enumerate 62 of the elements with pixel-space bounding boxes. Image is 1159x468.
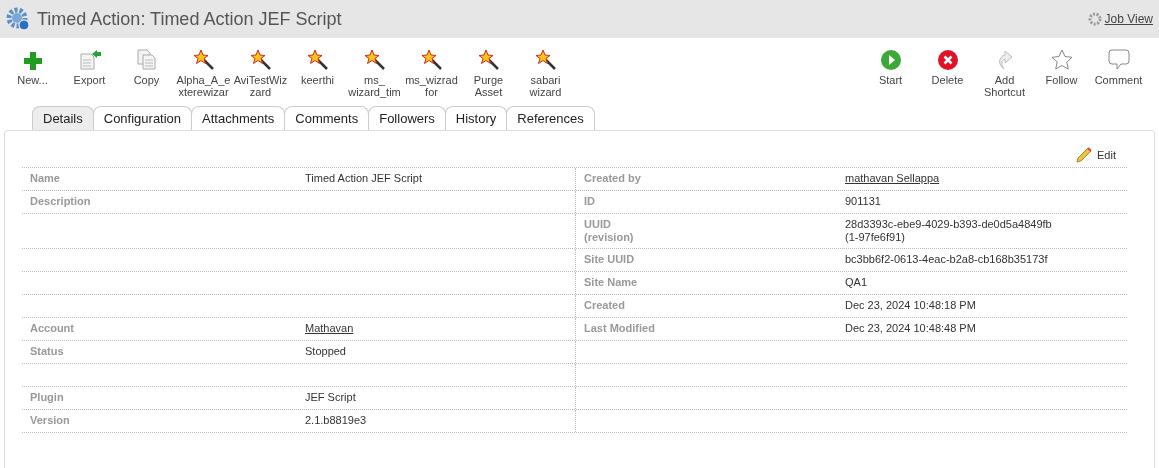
field-label: Name — [30, 172, 60, 184]
field-value: 901131 — [845, 195, 881, 207]
field-label: Site Name — [584, 276, 638, 288]
edit-button[interactable]: Edit — [1076, 143, 1116, 167]
magic-wand-icon — [478, 50, 499, 70]
field-label: Account — [30, 322, 74, 334]
field-label: ID — [584, 195, 595, 207]
field-label: UUID (revision) — [584, 218, 634, 243]
field-link[interactable]: Mathavan — [305, 322, 354, 334]
toolbar-button[interactable]: ms_wizrad for — [403, 46, 460, 104]
toolbar-button[interactable]: Comment — [1090, 46, 1147, 104]
toolbar-button[interactable]: keerthi — [289, 46, 346, 104]
toolbar-button[interactable]: New... — [4, 46, 61, 104]
field-label: Description — [30, 195, 91, 207]
tab[interactable]: Details — [32, 106, 94, 130]
magic-wand-icon — [307, 50, 328, 70]
star-icon — [1050, 49, 1073, 70]
toolbar-button[interactable]: Follow — [1033, 46, 1090, 104]
toolbar-button[interactable]: sabari wizard — [517, 46, 574, 104]
toolbar-button[interactable]: Export — [61, 46, 118, 104]
toolbar-button[interactable]: Delete — [919, 46, 976, 104]
pencil-icon — [1076, 147, 1093, 163]
field-value: 28d3393c-ebe9-4029-b393-de0d5a4849fb (1-97fe6f91) — [845, 218, 1052, 243]
field-label: Plugin — [30, 391, 64, 403]
toolbar-button[interactable]: Purge Asset — [460, 46, 517, 104]
field-label: Site UUID — [584, 253, 635, 265]
magic-wand-icon — [364, 50, 385, 70]
job-view-link[interactable]: Job View — [1104, 10, 1153, 28]
field-value: QA1 — [845, 276, 867, 288]
field-value: Dec 23, 2024 10:48:18 PM — [845, 299, 976, 311]
field-value: bc3bb6f2-0613-4eac-b2a8-cb168b35173f — [845, 253, 1048, 265]
export-icon — [78, 50, 101, 70]
field-value: 2.1.b8819e3 — [305, 414, 367, 426]
delete-icon — [937, 50, 958, 70]
tab[interactable]: References — [506, 106, 595, 130]
toolbar-button[interactable]: Start — [862, 46, 919, 104]
play-icon — [880, 50, 901, 70]
magic-wand-icon — [535, 50, 556, 70]
magic-wand-icon — [193, 50, 214, 70]
magic-wand-icon — [250, 50, 271, 70]
field-label: Status — [30, 345, 64, 357]
field-label: Version — [30, 414, 70, 426]
speech-bubble-icon — [1107, 49, 1130, 70]
field-value: Stopped — [305, 345, 346, 357]
gear-icon — [6, 7, 30, 31]
toolbar-button[interactable]: Add Shortcut — [976, 46, 1033, 104]
field-value: Dec 23, 2024 10:48:48 PM — [845, 322, 976, 334]
copy-icon — [136, 49, 157, 70]
plus-icon — [23, 52, 42, 70]
field-label: Created — [584, 299, 625, 311]
toolbar-button[interactable]: Copy — [118, 46, 175, 104]
field-label: Created by — [584, 172, 641, 184]
page-title: Timed Action: Timed Action JEF Script — [37, 7, 342, 31]
field-link[interactable]: mathavan Sellappa — [845, 172, 940, 184]
toolbar-button[interactable]: Alpha_A_e xterewizar — [175, 46, 232, 104]
gear-icon — [1087, 12, 1102, 26]
field-label: Last Modified — [584, 322, 655, 334]
field-value: JEF Script — [305, 391, 356, 403]
field-value: Timed Action JEF Script — [305, 172, 422, 184]
magic-wand-icon — [421, 50, 442, 70]
toolbar-button[interactable]: AviTestWiz zard — [232, 46, 289, 104]
toolbar-button[interactable]: ms_ wizard_tim — [346, 46, 403, 104]
